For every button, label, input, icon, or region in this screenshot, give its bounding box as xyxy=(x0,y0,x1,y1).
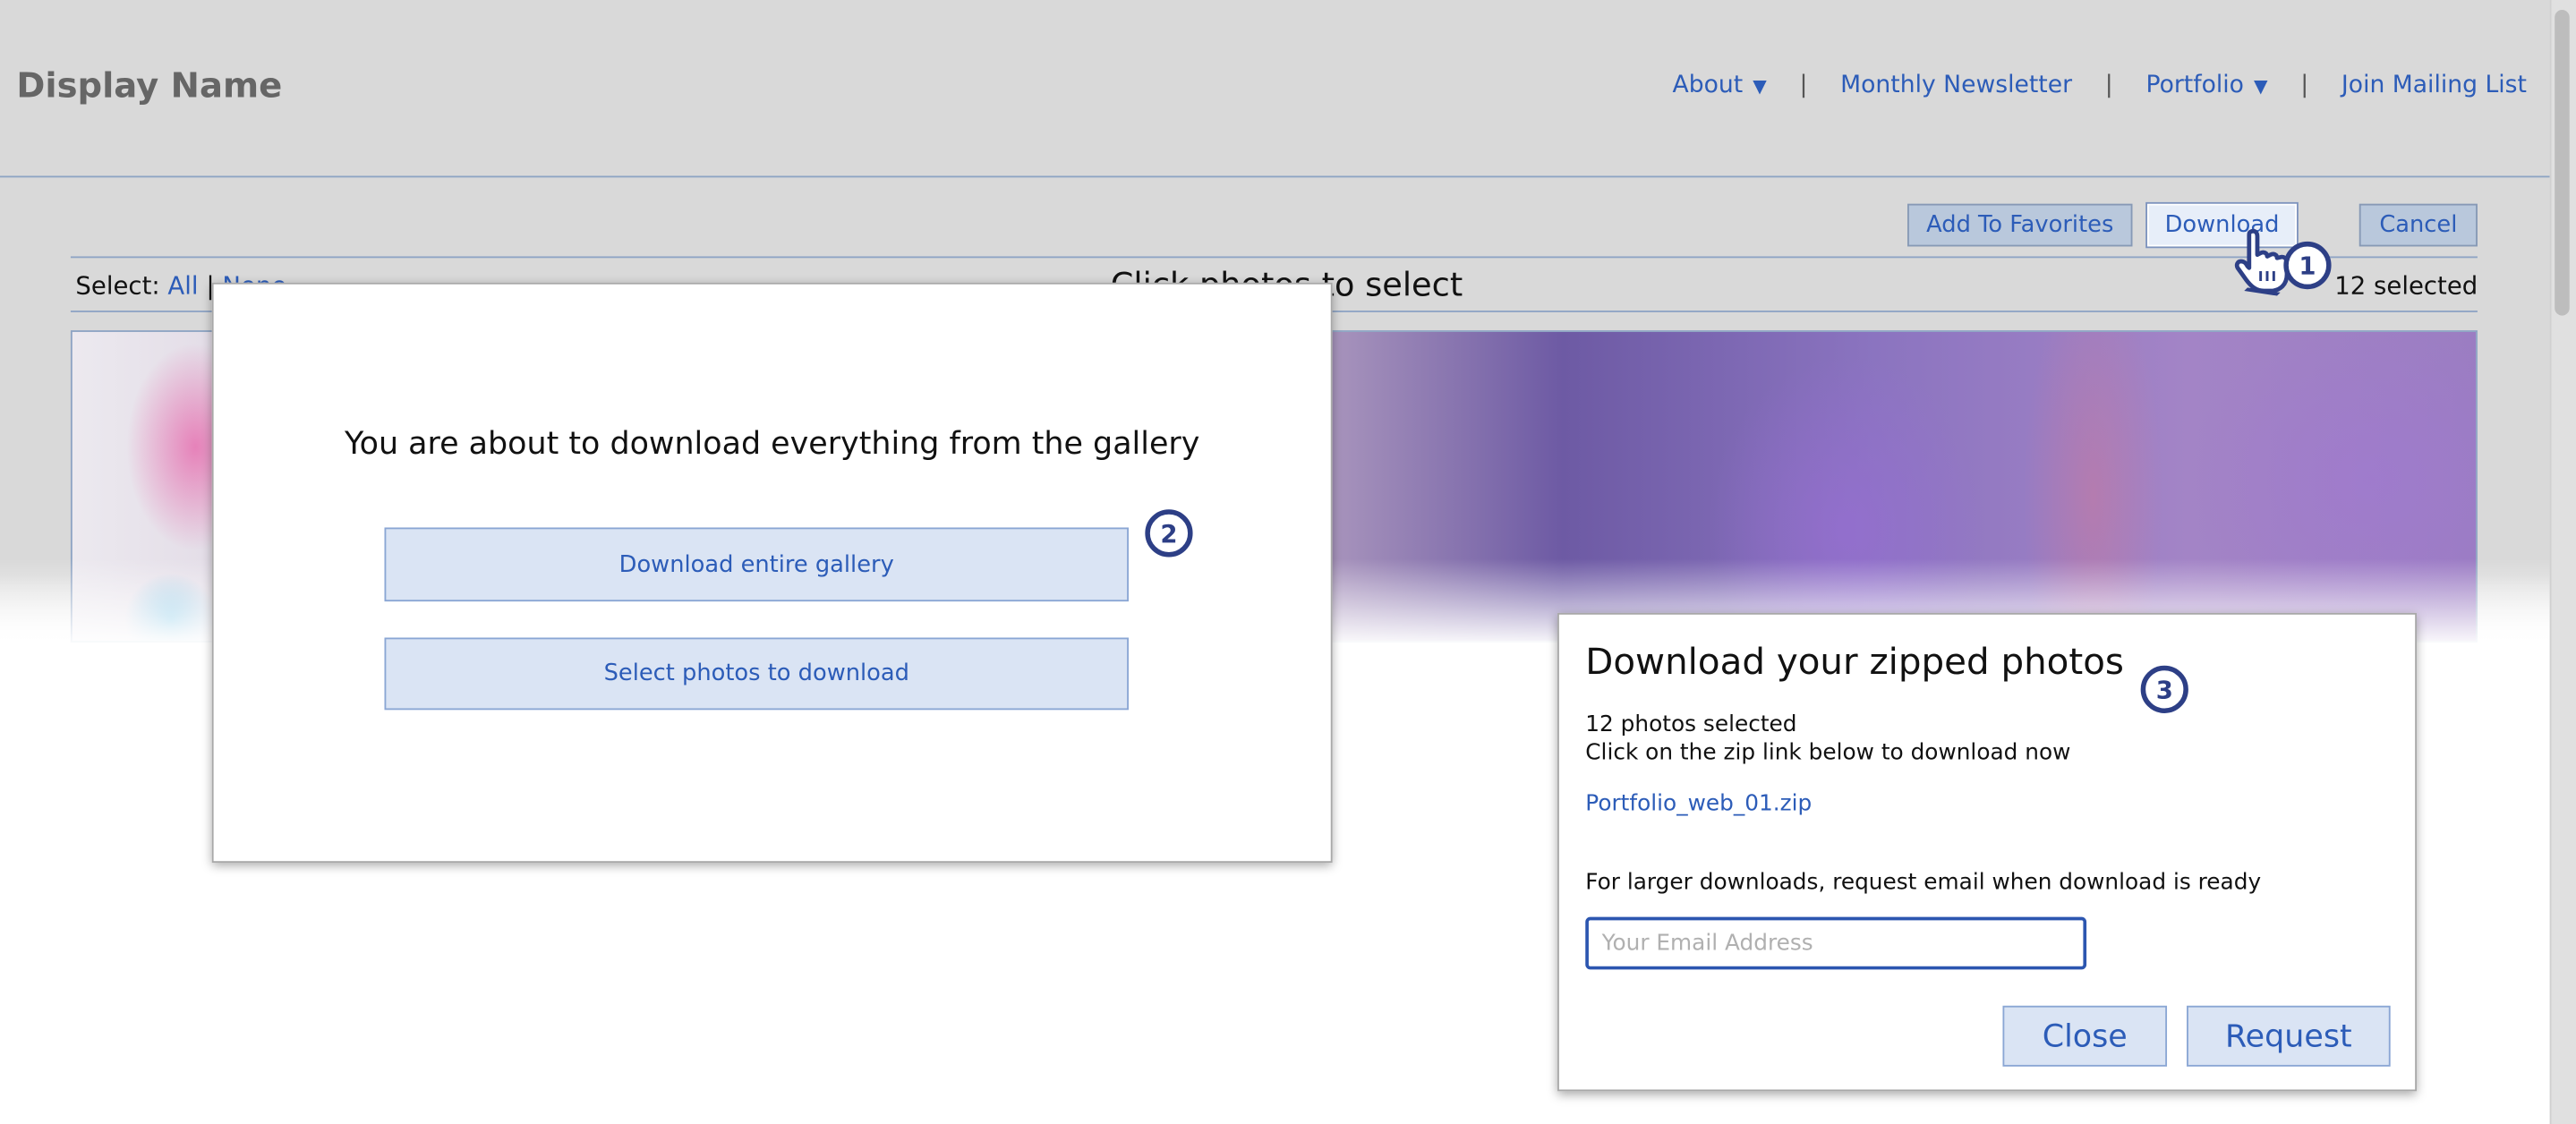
zip-download-dialog: Download your zipped photos 12 photos se… xyxy=(1557,612,2418,1092)
add-to-favorites-button[interactable]: Add To Favorites xyxy=(1907,203,2133,247)
step-badge-3: 3 xyxy=(2140,665,2188,713)
nav-separator: | xyxy=(2300,72,2309,99)
zip-dialog-title: Download your zipped photos xyxy=(1585,642,2124,684)
nav-join-mailing-list[interactable]: Join Mailing List xyxy=(2341,72,2527,98)
nav-monthly-newsletter[interactable]: Monthly Newsletter xyxy=(1840,72,2072,98)
selection-bar-top-rule xyxy=(70,256,2478,259)
site-title: Display Name xyxy=(16,65,283,106)
caret-down-icon: ▼ xyxy=(2253,75,2268,98)
select-label: Select: xyxy=(75,270,160,302)
caret-down-icon: ▼ xyxy=(1753,75,1767,98)
step-badge-1: 1 xyxy=(2283,241,2332,290)
select-all-link[interactable]: All xyxy=(167,271,198,301)
nav-separator: | xyxy=(1799,72,1808,99)
download-entire-gallery-button[interactable]: Download entire gallery xyxy=(384,527,1129,602)
request-button[interactable]: Request xyxy=(2187,1005,2391,1067)
cancel-button[interactable]: Cancel xyxy=(2358,203,2478,247)
step-badge-2: 2 xyxy=(1145,509,1193,558)
scrollbar-thumb[interactable] xyxy=(2555,10,2570,316)
nav-portfolio-label: Portfolio xyxy=(2145,72,2244,99)
nav-about-label: About xyxy=(1672,72,1744,99)
header-divider xyxy=(0,175,2550,178)
main-nav: About ▼ | Monthly Newsletter | Portfolio ▼… xyxy=(1673,72,2527,98)
gallery-dialog-title: You are about to download everything fro… xyxy=(344,425,1200,463)
download-gallery-dialog: You are about to download everything fro… xyxy=(211,282,1333,864)
nav-about[interactable]: About ▼ xyxy=(1673,72,1767,98)
close-button[interactable]: Close xyxy=(2002,1005,2168,1067)
larger-download-note: For larger downloads, request email when… xyxy=(1585,869,2262,896)
nav-separator: | xyxy=(2104,72,2113,99)
page: Display Name About ▼ | Monthly Newsletter… xyxy=(0,0,2576,1124)
email-field[interactable] xyxy=(1585,916,2087,970)
photos-selected-count: 12 photos selected xyxy=(1585,711,1797,738)
zip-file-link[interactable]: Portfolio_web_01.zip xyxy=(1585,790,1812,816)
nav-portfolio[interactable]: Portfolio ▼ xyxy=(2145,72,2267,98)
zip-instructions: Click on the zip link below to download … xyxy=(1585,739,2071,766)
select-photos-button[interactable]: Select photos to download xyxy=(384,637,1129,711)
selected-count: 12 selected xyxy=(2334,270,2478,302)
